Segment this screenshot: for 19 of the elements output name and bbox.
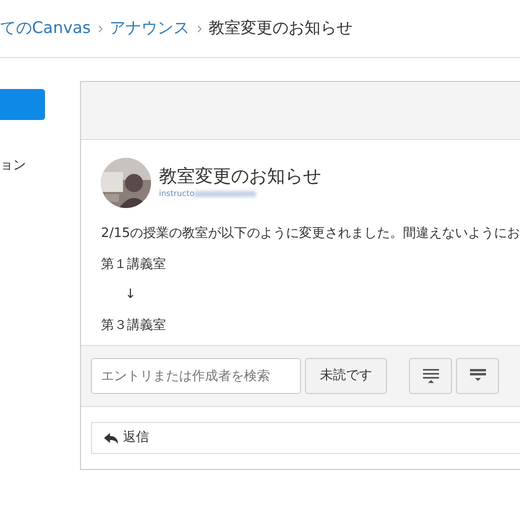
chevron-icon [98, 25, 103, 34]
search-field[interactable]: エントリまたは作成者を検索 [91, 358, 301, 394]
collapse-button[interactable] [456, 358, 499, 394]
unread-button[interactable]: 未読です [305, 358, 387, 394]
announcement-title: 教室変更のお知らせ [159, 166, 321, 188]
body-text: ↓ [124, 286, 137, 304]
breadcrumb-link[interactable]: てのCanvas [0, 18, 91, 37]
body-text: 第１講義室 [101, 256, 167, 274]
breadcrumb-current: 教室変更のお知らせ [208, 18, 353, 37]
chevron-icon [196, 25, 202, 34]
sidebar-item[interactable]: ョン [0, 156, 80, 176]
expand-button[interactable] [409, 358, 452, 394]
breadcrumb-link[interactable]: アナウンス [110, 18, 190, 37]
expand-icon [422, 369, 438, 383]
body-text: 2/15の授業の教室が以下のように変更されました。間違えないようにお [101, 225, 520, 243]
reply-button[interactable]: 返信 [91, 422, 520, 454]
reply-icon [104, 432, 118, 444]
body-text: 第３講義室 [101, 316, 167, 334]
collapse-icon [470, 369, 486, 383]
